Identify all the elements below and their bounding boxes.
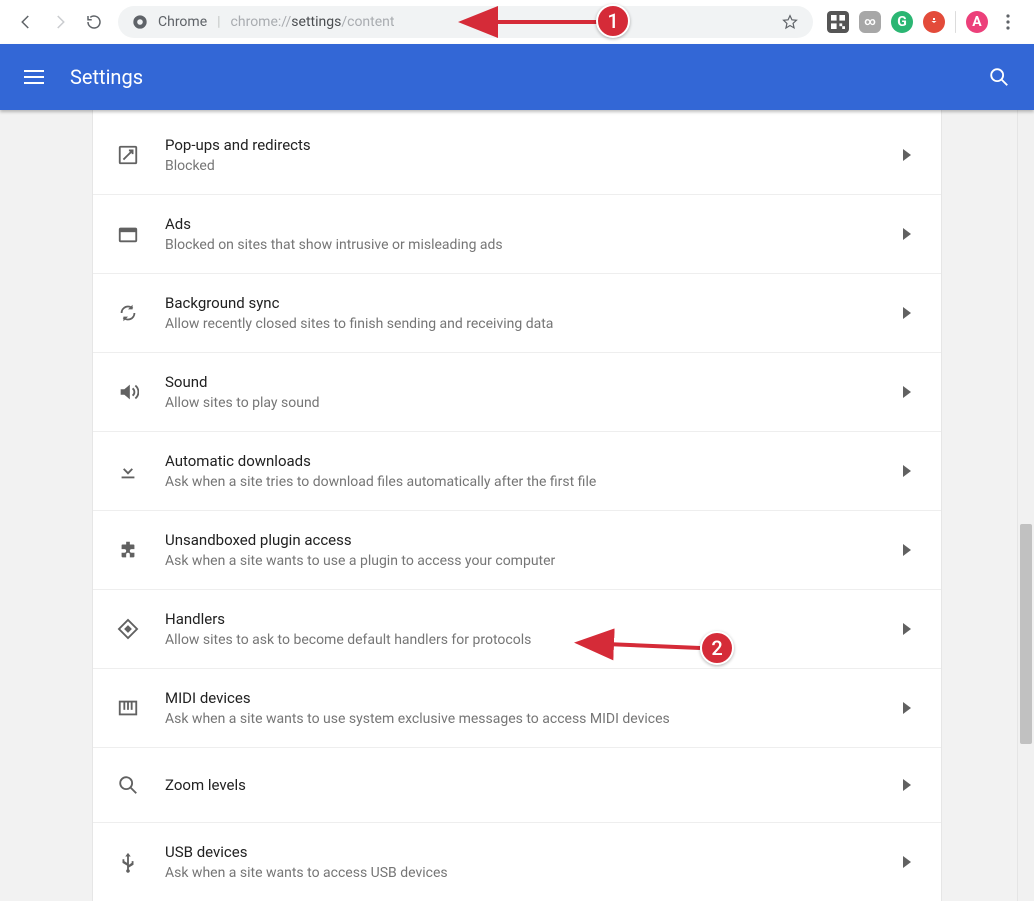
chevron-right-icon bbox=[897, 544, 917, 556]
setting-subtitle: Blocked on sites that show intrusive or … bbox=[165, 237, 897, 253]
setting-title: Handlers bbox=[165, 610, 897, 628]
chevron-right-icon bbox=[897, 779, 917, 791]
setting-row-automatic-downloads[interactable]: Automatic downloads Ask when a site trie… bbox=[93, 432, 941, 511]
sync-icon bbox=[117, 302, 165, 324]
setting-title: Ads bbox=[165, 215, 897, 233]
extension-infinity-icon[interactable]: ∞ bbox=[859, 11, 881, 33]
zoom-icon bbox=[117, 774, 165, 796]
chevron-right-icon bbox=[897, 623, 917, 635]
bookmark-star-icon[interactable] bbox=[781, 13, 799, 31]
extension-row: ∞ G A bbox=[827, 11, 1018, 33]
settings-header: Settings bbox=[0, 44, 1034, 110]
extension-grammarly-icon[interactable]: G bbox=[891, 11, 913, 33]
setting-row-plugin-access[interactable]: Unsandboxed plugin access Ask when a sit… bbox=[93, 511, 941, 590]
setting-row-popups[interactable]: Pop-ups and redirects Blocked bbox=[93, 110, 941, 195]
url-origin-label: Chrome bbox=[158, 14, 207, 30]
midi-icon bbox=[117, 697, 165, 719]
setting-subtitle: Ask when a site wants to use system excl… bbox=[165, 711, 897, 727]
setting-row-midi[interactable]: MIDI devices Ask when a site wants to us… bbox=[93, 669, 941, 748]
sound-icon bbox=[117, 381, 165, 403]
plugin-icon bbox=[117, 539, 165, 561]
usb-icon bbox=[117, 851, 165, 873]
setting-title: Zoom levels bbox=[165, 776, 897, 794]
address-bar[interactable]: Chrome | chrome://settings/content bbox=[118, 6, 813, 38]
extension-ublock-icon[interactable] bbox=[923, 11, 945, 33]
setting-row-zoom[interactable]: Zoom levels bbox=[93, 748, 941, 823]
back-button[interactable] bbox=[16, 12, 36, 32]
setting-subtitle: Ask when a site wants to access USB devi… bbox=[165, 865, 897, 881]
setting-subtitle: Ask when a site wants to use a plugin to… bbox=[165, 553, 897, 569]
popups-icon bbox=[117, 144, 165, 166]
scrollbar[interactable]: ▲ bbox=[1017, 44, 1034, 901]
profile-avatar[interactable]: A bbox=[966, 11, 988, 33]
chevron-right-icon bbox=[897, 307, 917, 319]
chrome-menu-button[interactable] bbox=[998, 14, 1018, 30]
url-path: chrome://settings/content bbox=[231, 14, 395, 30]
setting-title: MIDI devices bbox=[165, 689, 897, 707]
chrome-origin-icon bbox=[132, 14, 148, 30]
setting-title: Automatic downloads bbox=[165, 452, 897, 470]
forward-button[interactable] bbox=[50, 12, 70, 32]
setting-subtitle: Ask when a site tries to download files … bbox=[165, 474, 897, 490]
handlers-icon bbox=[117, 618, 165, 640]
page-title: Settings bbox=[70, 65, 143, 89]
ads-icon bbox=[117, 223, 165, 245]
chevron-right-icon bbox=[897, 228, 917, 240]
scroll-thumb[interactable] bbox=[1020, 524, 1032, 744]
chevron-right-icon bbox=[897, 386, 917, 398]
setting-title: Pop-ups and redirects bbox=[165, 136, 897, 154]
download-icon bbox=[117, 460, 165, 482]
setting-subtitle: Allow sites to play sound bbox=[165, 395, 897, 411]
chevron-right-icon bbox=[897, 856, 917, 868]
chevron-right-icon bbox=[897, 702, 917, 714]
setting-title: USB devices bbox=[165, 843, 897, 861]
setting-title: Unsandboxed plugin access bbox=[165, 531, 897, 549]
url-separator: | bbox=[217, 14, 220, 30]
setting-row-usb[interactable]: USB devices Ask when a site wants to acc… bbox=[93, 823, 941, 901]
chevron-right-icon bbox=[897, 149, 917, 161]
settings-search-button[interactable] bbox=[988, 66, 1010, 88]
toolbar-divider bbox=[955, 11, 956, 33]
menu-button[interactable] bbox=[24, 63, 52, 91]
reload-button[interactable] bbox=[84, 12, 104, 32]
setting-subtitle: Allow recently closed sites to finish se… bbox=[165, 316, 897, 332]
settings-panel: Pop-ups and redirects Blocked Ads Blocke… bbox=[92, 110, 942, 901]
chevron-right-icon bbox=[897, 465, 917, 477]
setting-row-handlers[interactable]: Handlers Allow sites to ask to become de… bbox=[93, 590, 941, 669]
setting-row-ads[interactable]: Ads Blocked on sites that show intrusive… bbox=[93, 195, 941, 274]
setting-subtitle: Allow sites to ask to become default han… bbox=[165, 632, 897, 648]
setting-title: Sound bbox=[165, 373, 897, 391]
setting-title: Background sync bbox=[165, 294, 897, 312]
content-area: Pop-ups and redirects Blocked Ads Blocke… bbox=[0, 110, 1034, 901]
extension-qr-icon[interactable] bbox=[827, 11, 849, 33]
setting-row-background-sync[interactable]: Background sync Allow recently closed si… bbox=[93, 274, 941, 353]
setting-row-sound[interactable]: Sound Allow sites to play sound bbox=[93, 353, 941, 432]
browser-toolbar: Chrome | chrome://settings/content ∞ G A bbox=[0, 0, 1034, 44]
setting-subtitle: Blocked bbox=[165, 158, 897, 174]
